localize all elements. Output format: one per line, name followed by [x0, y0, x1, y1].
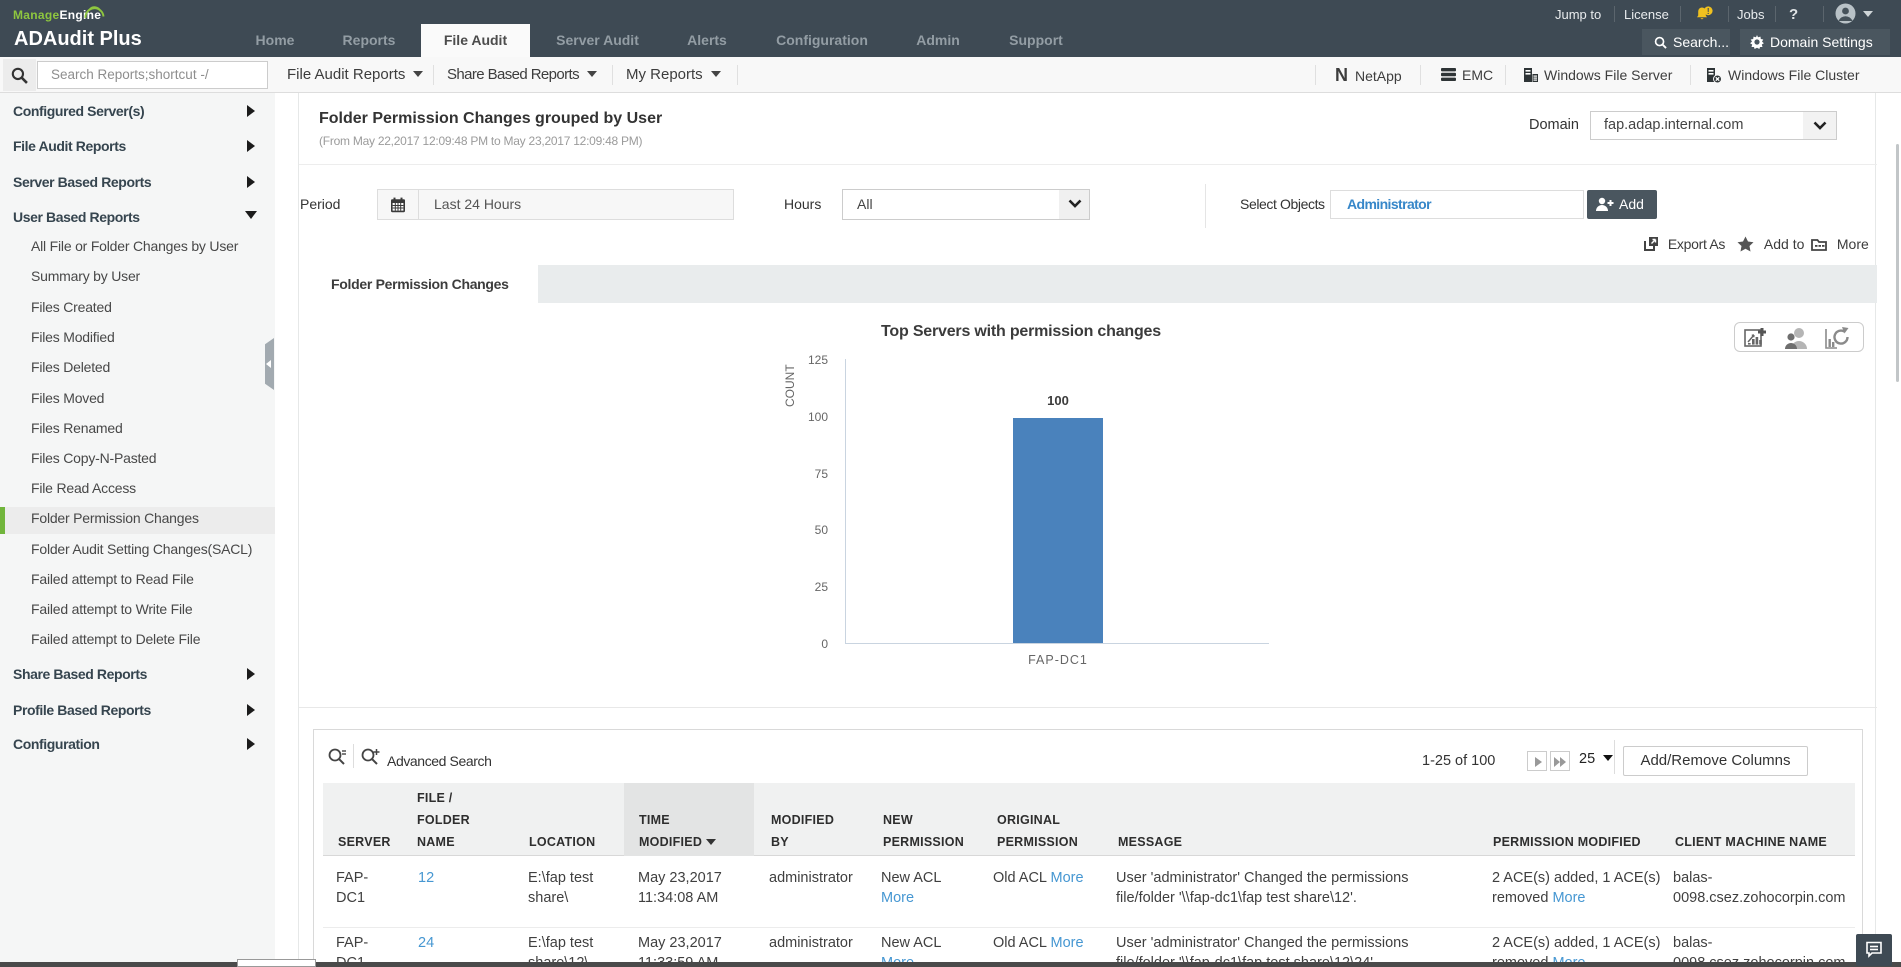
svg-text:!: ! [1707, 7, 1710, 16]
